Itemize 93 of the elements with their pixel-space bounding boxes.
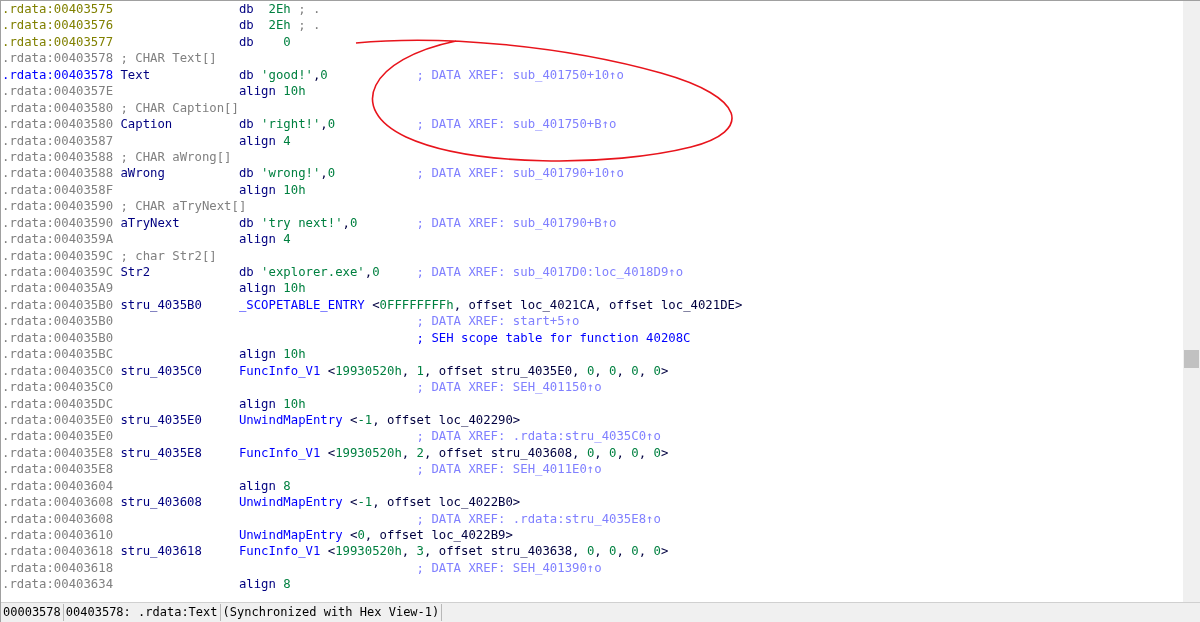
symbol-name: Str2 <box>120 265 151 279</box>
address-text: .rdata:00403634 <box>2 576 115 593</box>
address-text: .rdata:004035B0 <box>2 329 115 347</box>
address-text: .rdata:0040358F <box>2 181 115 199</box>
instruction-text: FuncInfo_V1 <19930520h, 3, offset stru_403638, 0, 0, 0, 0> <box>238 544 669 559</box>
address-text: .rdata:00403575 <box>2 1 115 18</box>
code-comment: ; DATA XREF: SEH_401150↑o <box>416 379 602 396</box>
address-text: .rdata:00403578 <box>2 66 115 84</box>
address-text: .rdata:004035E0 <box>2 428 115 445</box>
address-text: .rdata:00403618 <box>2 543 115 560</box>
code-comment: ; DATA XREF: sub_401790+B↑o <box>416 214 617 232</box>
status-text: 00403578: .rdata:Text <box>63 604 221 621</box>
symbol-name: stru_4035E0 <box>120 412 202 427</box>
symbol-name: stru_4035E8 <box>120 445 202 460</box>
address-text: .rdata:00403577 <box>2 33 115 51</box>
symbol-name: aWrong <box>120 166 165 181</box>
instruction-text: align 10h <box>238 182 306 197</box>
instruction-text: db 'right!',0 <box>238 117 336 132</box>
instruction-text: align 10h <box>238 281 306 296</box>
address-text: .rdata:004035E8 <box>2 461 115 478</box>
address-text: .rdata:00403580 <box>2 99 115 117</box>
symbol-name: aTryNext <box>120 215 180 230</box>
address-text: .rdata:00403576 <box>2 17 115 34</box>
instruction-text: align 8 <box>238 577 291 592</box>
instruction-text: UnwindMapEntry <-1, offset loc_402290> <box>238 412 521 427</box>
code-comment: ; DATA XREF: start+5↑o <box>416 313 580 330</box>
code-comment: ; SEH scope table for function 40208C <box>416 329 691 347</box>
address-text: .rdata:004035B0 <box>2 296 115 314</box>
instruction-text: UnwindMapEntry <-1, offset loc_4022B0> <box>238 495 521 510</box>
address-text: .rdata:004035BC <box>2 346 115 363</box>
instruction-text: UnwindMapEntry <0, offset loc_4022B9> <box>238 528 513 542</box>
symbol-name: stru_403618 <box>120 544 202 559</box>
instruction-text: db 'explorer.exe',0 <box>238 265 380 279</box>
address-text: .rdata:0040359C <box>2 247 115 264</box>
instruction-text: align 4 <box>238 232 291 247</box>
instruction-text: db 'try next!',0 <box>238 215 358 230</box>
address-text: .rdata:00403618 <box>2 559 115 577</box>
instruction-text: db 'good!',0 <box>238 67 328 82</box>
status-text: 00003578 <box>1 604 64 621</box>
symbol-name: ; CHAR aWrong[] <box>120 149 232 164</box>
instruction-text: db 2Eh ; . <box>238 18 321 33</box>
status-text: (Synchronized with Hex View-1) <box>220 604 443 621</box>
symbol-name: ; CHAR Caption[] <box>120 100 239 115</box>
address-text: .rdata:004035B0 <box>2 313 115 330</box>
symbol-name: ; char Str2[] <box>120 248 217 263</box>
address-text: .rdata:0040357E <box>2 83 115 100</box>
address-text: .rdata:00403608 <box>2 494 115 511</box>
instruction-text: _SCOPETABLE_ENTRY <0FFFFFFFFh, offset loc_4021CA, offset loc_4021DE> <box>238 297 743 312</box>
address-text: .rdata:004035A9 <box>2 280 115 297</box>
address-text: .rdata:004035DC <box>2 395 115 412</box>
code-comment: ; DATA XREF: SEH_401390↑o <box>416 559 602 577</box>
instruction-text: align 10h <box>238 84 306 99</box>
instruction-text: align 4 <box>238 133 291 148</box>
instruction-text: align 10h <box>238 347 306 362</box>
code-comment: ; DATA XREF: SEH_4011E0↑o <box>416 461 602 478</box>
address-text: .rdata:00403608 <box>2 510 115 527</box>
instruction-text: db 'wrong!',0 <box>238 166 336 181</box>
address-text: .rdata:00403578 <box>2 50 115 67</box>
address-text: .rdata:004035C0 <box>2 362 115 380</box>
address-text: .rdata:004035E0 <box>2 411 115 429</box>
symbol-name: Text <box>120 67 151 82</box>
symbol-name: stru_4035B0 <box>120 297 202 312</box>
address-text: .rdata:004035C0 <box>2 379 115 396</box>
address-text: .rdata:0040359A <box>2 231 115 248</box>
symbol-name: Caption <box>120 117 173 132</box>
scrollbar[interactable] <box>1183 1 1200 602</box>
code-comment: ; DATA XREF: sub_401750+B↑o <box>416 116 617 133</box>
symbol-name: ; CHAR Text[] <box>120 51 217 66</box>
address-text: .rdata:00403590 <box>2 198 115 215</box>
address-text: .rdata:00403588 <box>2 148 115 166</box>
address-text: .rdata:0040359C <box>2 264 115 281</box>
code-comment: ; DATA XREF: sub_401790+10↑o <box>416 165 624 182</box>
instruction-text: db 0 <box>238 34 291 49</box>
instruction-text: align 8 <box>238 478 291 493</box>
code-comment: ; DATA XREF: sub_4017D0:loc_4018D9↑o <box>416 264 684 281</box>
symbol-name: ; CHAR aTryNext[] <box>120 199 247 214</box>
instruction-text: align 10h <box>238 396 306 411</box>
address-text: .rdata:00403604 <box>2 477 115 495</box>
instruction-text: FuncInfo_V1 <19930520h, 2, offset stru_403608, 0, 0, 0, 0> <box>238 445 669 460</box>
code-comment: ; DATA XREF: .rdata:stru_4035C0↑o <box>416 428 661 445</box>
scrollbar-thumb[interactable] <box>1184 350 1199 368</box>
address-text: .rdata:00403610 <box>2 527 115 544</box>
address-text: .rdata:00403580 <box>2 116 115 133</box>
code-comment: ; DATA XREF: .rdata:stru_4035E8↑o <box>416 510 661 527</box>
instruction-text: db 2Eh ; . <box>238 2 321 16</box>
symbol-name: stru_403608 <box>120 495 202 510</box>
address-text: .rdata:00403588 <box>2 165 115 182</box>
instruction-text: FuncInfo_V1 <19930520h, 1, offset stru_4035E0, 0, 0, 0, 0> <box>238 363 669 378</box>
address-text: .rdata:004035E8 <box>2 444 115 462</box>
code-comment: ; DATA XREF: sub_401750+10↑o <box>416 66 624 84</box>
address-text: .rdata:00403587 <box>2 132 115 149</box>
symbol-name: stru_4035C0 <box>120 363 202 378</box>
address-text: .rdata:00403590 <box>2 214 115 232</box>
